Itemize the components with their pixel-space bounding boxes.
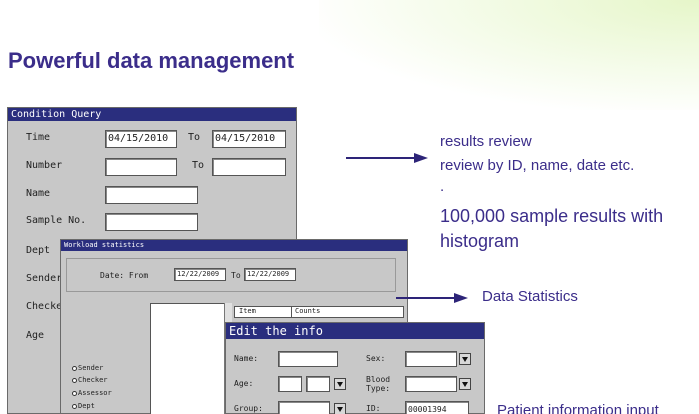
data-statistics-arrowhead bbox=[454, 293, 468, 303]
number-label: Number bbox=[26, 160, 63, 171]
edit-id-field[interactable]: 00001394 bbox=[405, 401, 469, 414]
slide-title: Powerful data management bbox=[8, 48, 295, 73]
edit-age-field[interactable] bbox=[278, 376, 302, 392]
sender-label: Sender bbox=[26, 273, 63, 284]
number-to-field[interactable] bbox=[212, 158, 286, 176]
edit-group-label: Group: bbox=[234, 404, 263, 413]
date-from-label: Date: From bbox=[100, 271, 149, 280]
result-list-box[interactable] bbox=[150, 303, 232, 414]
date-to-label: To bbox=[231, 271, 241, 280]
edit-sex-label: Sex: bbox=[366, 354, 386, 363]
results-review-arrow bbox=[346, 157, 416, 159]
sample-no-label: Sample No. bbox=[26, 215, 87, 226]
radio-dept[interactable]: Dept bbox=[72, 402, 95, 410]
patient-info-text: Patient information input bbox=[497, 402, 659, 414]
review-by-text: review by ID, name, date etc. bbox=[440, 157, 635, 174]
edit-info-title: Edit the info bbox=[226, 323, 484, 339]
radio-sender[interactable]: Sender bbox=[72, 364, 103, 372]
sex-dropdown-button[interactable] bbox=[459, 353, 471, 365]
sample-results-text: 100,000 sample results with bbox=[440, 206, 664, 226]
col-item-header: Item bbox=[239, 307, 256, 315]
sample-no-field[interactable] bbox=[105, 213, 198, 231]
results-review-arrowhead bbox=[414, 153, 428, 163]
condition-query-title: Condition Query bbox=[8, 108, 296, 121]
edit-info-window: Edit the info Name: Sex: Age: Blood Type… bbox=[225, 322, 485, 414]
edit-blood-type-field[interactable] bbox=[405, 376, 457, 392]
time-to-field[interactable]: 04/15/2010 bbox=[212, 130, 286, 148]
col-counts-header: Counts bbox=[295, 307, 321, 315]
time-to-label: To bbox=[188, 132, 201, 143]
radio-checker-label: Checker bbox=[78, 376, 108, 384]
radio-assessor-label: Assessor bbox=[78, 389, 112, 397]
number-from-field[interactable] bbox=[105, 158, 177, 176]
name-label: Name bbox=[26, 188, 51, 199]
date-to-field[interactable]: 12/22/2009 bbox=[244, 268, 296, 281]
edit-age-label: Age: bbox=[234, 379, 254, 388]
radio-dept-label: Dept bbox=[78, 402, 95, 410]
blood-type-dropdown-button[interactable] bbox=[459, 378, 471, 390]
histogram-text: histogram bbox=[440, 231, 520, 251]
age-label: Age bbox=[26, 330, 45, 341]
radio-dot bbox=[72, 403, 77, 409]
edit-age-unit-field[interactable] bbox=[306, 376, 330, 392]
edit-group-field[interactable] bbox=[278, 401, 330, 414]
radio-dot bbox=[72, 365, 77, 371]
col-divider bbox=[291, 306, 292, 318]
group-dropdown-button[interactable] bbox=[334, 403, 346, 414]
background-glow bbox=[319, 0, 699, 110]
radio-dot bbox=[72, 390, 77, 396]
edit-id-label: ID: bbox=[366, 404, 381, 413]
radio-dot bbox=[72, 377, 77, 383]
age-unit-dropdown-button[interactable] bbox=[334, 378, 346, 390]
edit-name-field[interactable] bbox=[278, 351, 338, 367]
time-label: Time bbox=[26, 132, 51, 143]
results-review-text: results review bbox=[440, 133, 532, 150]
edit-sex-field[interactable] bbox=[405, 351, 457, 367]
data-statistics-arrow bbox=[396, 297, 456, 299]
name-field[interactable] bbox=[105, 186, 198, 204]
date-from-field[interactable]: 12/22/2009 bbox=[174, 268, 226, 281]
edit-blood-type-label: Blood Type: bbox=[366, 375, 391, 393]
time-from-field[interactable]: 04/15/2010 bbox=[105, 130, 177, 148]
radio-checker[interactable]: Checker bbox=[72, 376, 108, 384]
workload-statistics-title: Workload statistics bbox=[61, 240, 407, 251]
radio-sender-label: Sender bbox=[78, 364, 104, 372]
number-to-label: To bbox=[192, 160, 205, 171]
dept-label: Dept bbox=[26, 245, 51, 256]
radio-assessor[interactable]: Assessor bbox=[72, 389, 112, 397]
annotation-dot: . bbox=[440, 178, 445, 195]
edit-name-label: Name: bbox=[234, 354, 259, 363]
data-statistics-text: Data Statistics bbox=[482, 288, 578, 305]
